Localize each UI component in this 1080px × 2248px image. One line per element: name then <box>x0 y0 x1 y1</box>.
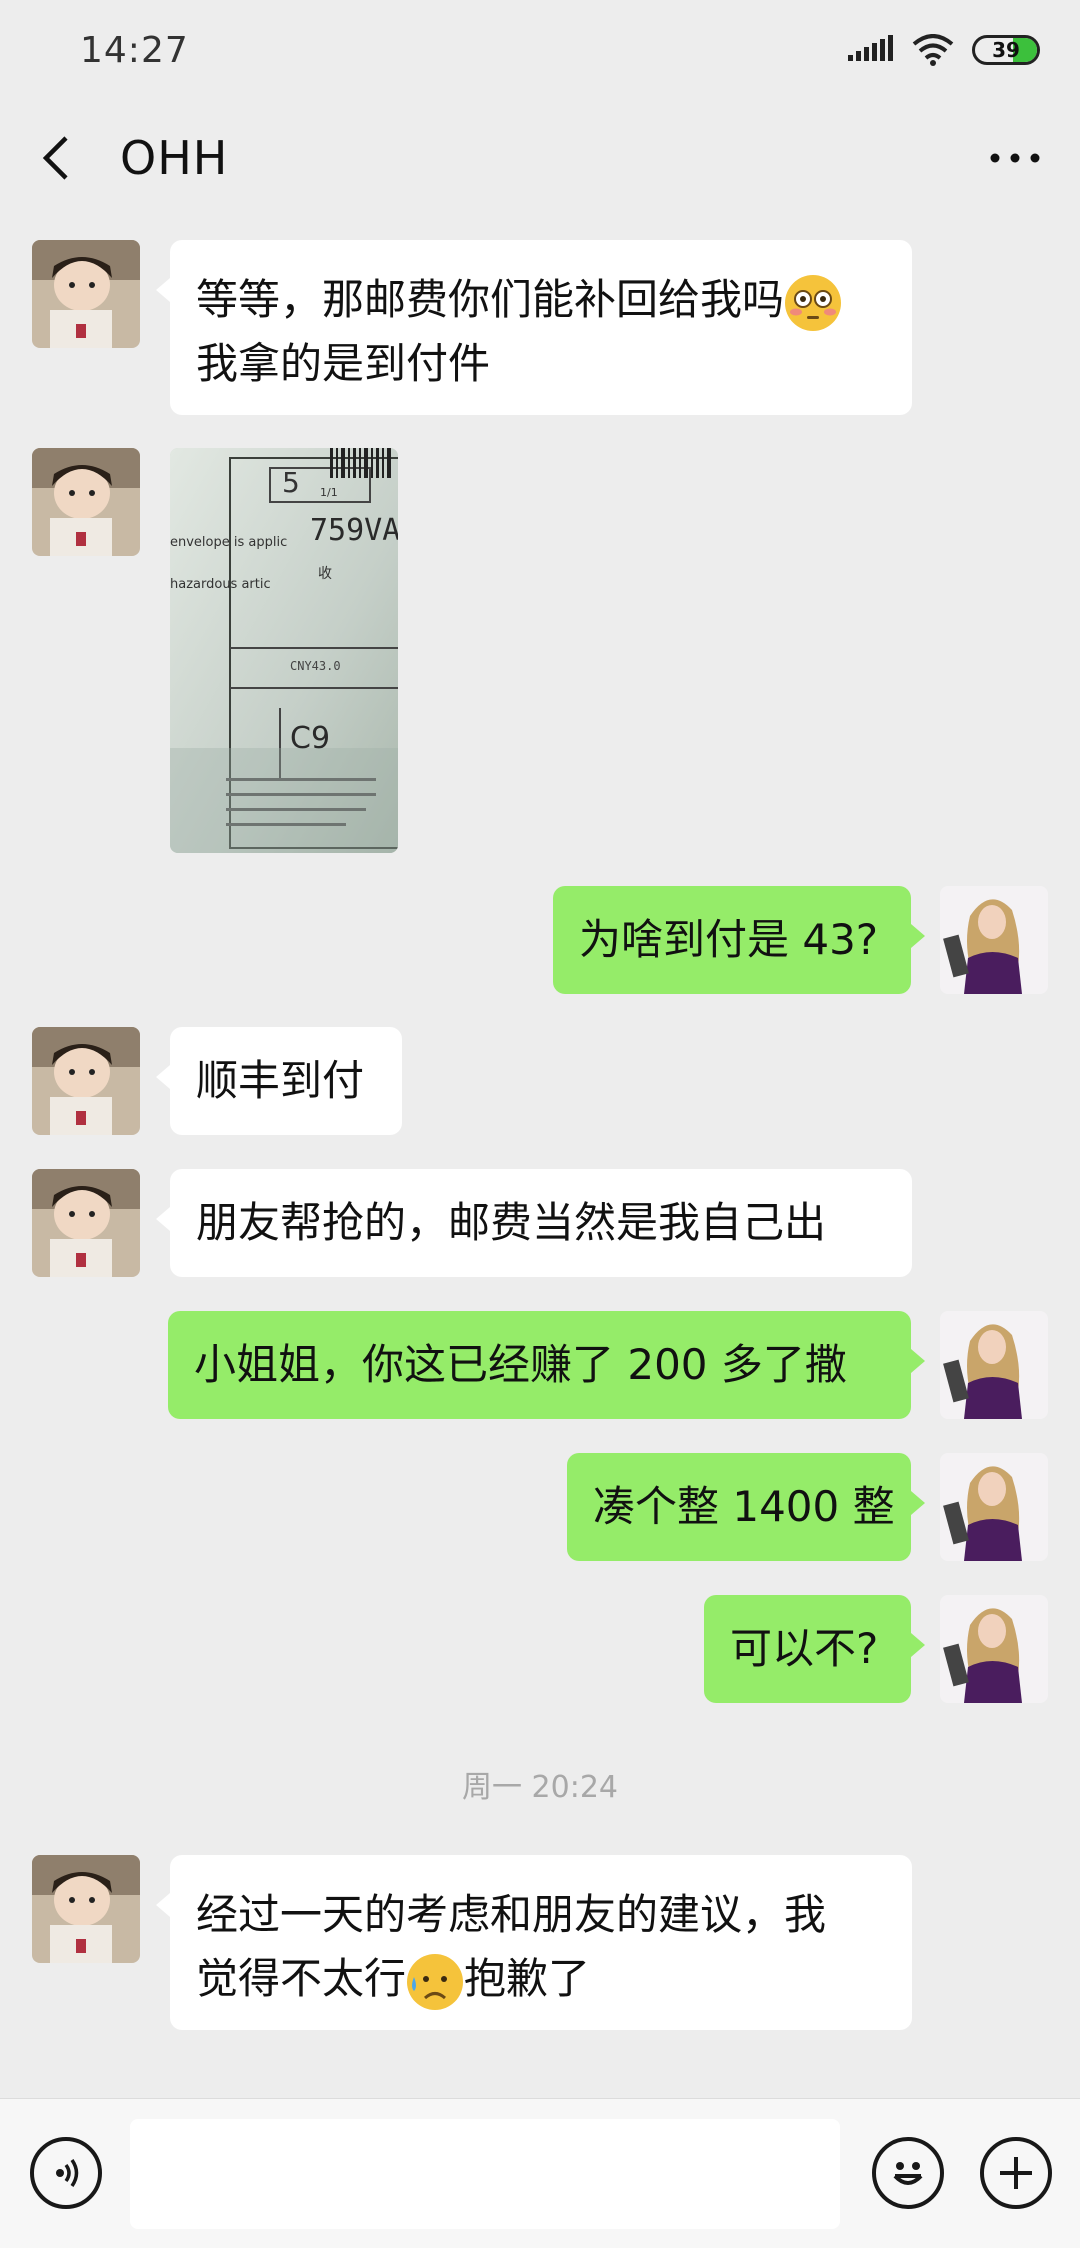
message-text: 朋友帮抢的，邮费当然是我自己出 <box>196 1198 827 1247</box>
status-time: 14:27 <box>80 29 189 71</box>
status-bar: 14:27 39 <box>0 0 1080 100</box>
status-icons: 39 <box>848 34 1040 66</box>
photo-text: 1/1 <box>320 486 338 499</box>
message-bubble-incoming[interactable]: 顺丰到付 <box>156 1027 402 1135</box>
message-bubble-incoming[interactable]: 朋友帮抢的，邮费当然是我自己出 <box>156 1169 912 1277</box>
message-bubble-outgoing[interactable]: 为啥到付是 43? <box>553 886 925 994</box>
voice-icon <box>56 2159 79 2187</box>
shipping-label-photo: 5 1/1 759VA-75 收 CNY43.0 C9 envelope is … <box>170 448 398 853</box>
contact-avatar-image <box>32 448 140 556</box>
message-text: 凑个整 1400 整 <box>593 1482 895 1531</box>
photo-text: 759VA-75 <box>310 513 398 548</box>
sad-sweat-face-emoji <box>405 1952 465 2011</box>
message-text: 顺丰到付 <box>196 1056 365 1105</box>
message-text: 我拿的是到付件 <box>196 339 491 388</box>
chevron-left-icon <box>42 135 68 180</box>
contact-avatar[interactable] <box>32 448 140 556</box>
message-text: 为啥到付是 43? <box>579 915 879 964</box>
input-bar <box>0 2098 1080 2248</box>
message-input[interactable] <box>130 2119 840 2229</box>
more-button[interactable] <box>980 128 1050 188</box>
contact-avatar-image <box>32 1027 140 1135</box>
more-dots-icon <box>990 153 1040 162</box>
my-avatar-image <box>940 1595 1048 1703</box>
message-text: 抱歉了 <box>464 1954 591 2003</box>
my-avatar[interactable] <box>940 1595 1048 1703</box>
chat-header: OHH <box>0 100 1080 215</box>
contact-avatar-image <box>32 1169 140 1277</box>
emoji-icon <box>893 2162 923 2185</box>
message-text: 觉得不太行 <box>196 1954 407 2003</box>
contact-avatar[interactable] <box>32 1169 140 1277</box>
my-avatar[interactable] <box>940 886 1048 994</box>
signal-icon <box>848 35 893 61</box>
message-bubble-incoming[interactable]: 等等，那邮费你们能补回给我吗 我拿的是到付件 <box>156 240 912 415</box>
contact-avatar-image <box>32 240 140 348</box>
contact-avatar-image <box>32 1855 140 1963</box>
contact-avatar[interactable] <box>32 1027 140 1135</box>
photo-text: envelope is applic <box>170 535 287 550</box>
contact-avatar[interactable] <box>32 1855 140 1963</box>
emoji-button[interactable] <box>872 2137 944 2209</box>
image-message[interactable]: 5 1/1 759VA-75 收 CNY43.0 C9 envelope is … <box>170 448 398 853</box>
photo-text: 收 <box>318 566 332 582</box>
my-avatar[interactable] <box>940 1311 1048 1419</box>
plus-icon <box>1000 2157 1032 2189</box>
photo-text: CNY43.0 <box>290 659 341 673</box>
message-text: 经过一天的考虑和朋友的建议，我 <box>196 1890 827 1939</box>
message-line: 觉得不太行 抱歉了 <box>196 1947 886 2011</box>
message-text: 小姐姐，你这已经赚了 200 多了撒 <box>194 1340 847 1389</box>
message-bubble-outgoing[interactable]: 可以不? <box>704 1595 925 1703</box>
message-text: 可以不? <box>730 1624 879 1673</box>
message-bubble-incoming[interactable]: 经过一天的考虑和朋友的建议，我 觉得不太行 抱歉了 <box>156 1855 912 2030</box>
time-separator: 周一 20:24 <box>462 1770 618 1805</box>
photo-text: hazardous artic <box>170 577 271 592</box>
message-text: 等等，那邮费你们能补回给我吗 <box>196 275 785 324</box>
my-avatar[interactable] <box>940 1453 1048 1561</box>
contact-avatar[interactable] <box>32 240 140 348</box>
message-bubble-outgoing[interactable]: 小姐姐，你这已经赚了 200 多了撒 <box>168 1311 925 1419</box>
photo-text: 5 <box>282 466 300 499</box>
message-bubble-outgoing[interactable]: 凑个整 1400 整 <box>567 1453 925 1561</box>
plus-button[interactable] <box>980 2137 1052 2209</box>
battery-percent: 39 <box>992 38 1020 62</box>
my-avatar-image <box>940 886 1048 994</box>
flushed-face-emoji <box>784 273 843 332</box>
wifi-icon <box>912 34 954 66</box>
battery-icon: 39 <box>972 35 1040 65</box>
chat-title: OHH <box>120 130 229 185</box>
message-line: 等等，那邮费你们能补回给我吗 <box>196 268 886 332</box>
my-avatar-image <box>940 1453 1048 1561</box>
my-avatar-image <box>940 1311 1048 1419</box>
voice-button[interactable] <box>30 2137 102 2209</box>
back-button[interactable] <box>30 128 80 188</box>
